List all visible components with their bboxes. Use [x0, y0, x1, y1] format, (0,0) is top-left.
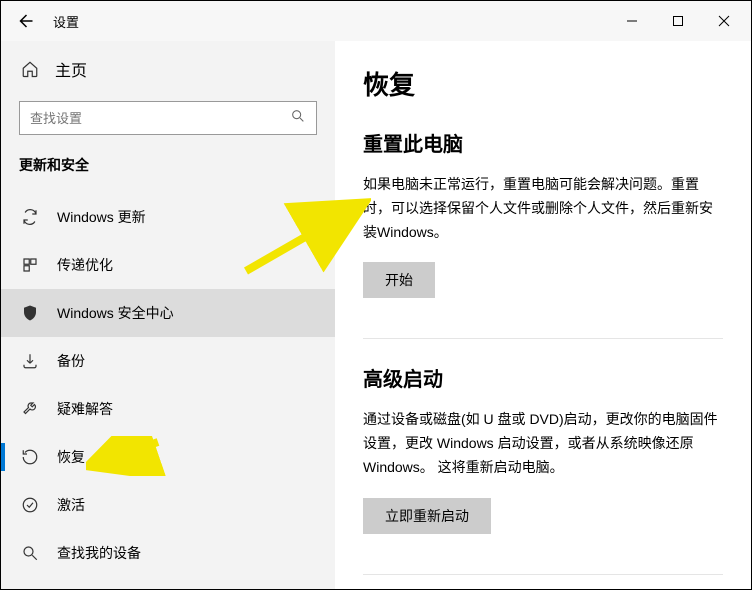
sidebar-item-windows-update[interactable]: Windows 更新: [1, 193, 335, 241]
search-input[interactable]: [30, 111, 290, 126]
delivery-icon: [21, 256, 39, 274]
activation-icon: [21, 496, 39, 514]
home-icon: [21, 60, 39, 78]
maximize-icon: [672, 15, 684, 27]
home-nav[interactable]: 主页: [1, 47, 335, 91]
sidebar-item-troubleshoot[interactable]: 疑难解答: [1, 385, 335, 433]
sidebar-item-delivery-optimization[interactable]: 传递优化: [1, 241, 335, 289]
reset-description: 如果电脑未正常运行，重置电脑可能会解决问题。重置时，可以选择保留个人文件或删除个…: [363, 173, 723, 244]
find-device-icon: [21, 544, 39, 562]
page-title: 恢复: [363, 65, 723, 102]
backup-icon: [21, 352, 39, 370]
sidebar-item-label: 传递优化: [57, 255, 113, 275]
minimize-button[interactable]: [609, 5, 655, 37]
sidebar-item-label: 备份: [57, 351, 85, 371]
sidebar-item-label: 查找我的设备: [57, 543, 141, 563]
sidebar-item-find-device[interactable]: 查找我的设备: [1, 529, 335, 577]
maximize-button[interactable]: [655, 5, 701, 37]
troubleshoot-icon: [21, 400, 39, 418]
advanced-description: 通过设备或磁盘(如 U 盘或 DVD)启动，更改你的电脑固件设置，更改 Wind…: [363, 408, 723, 479]
search-icon: [290, 108, 306, 129]
sidebar-item-label: Windows 更新: [57, 207, 146, 227]
sidebar-item-backup[interactable]: 备份: [1, 337, 335, 385]
sidebar-item-label: 疑难解答: [57, 399, 113, 419]
home-label: 主页: [55, 57, 87, 81]
divider: [363, 338, 723, 339]
sidebar-item-label: Windows 安全中心: [57, 303, 174, 323]
shield-icon: [21, 304, 39, 322]
minimize-icon: [626, 15, 638, 27]
close-icon: [718, 15, 730, 27]
sync-arrows-icon: [21, 208, 39, 226]
sidebar: 主页 更新和安全 Windows 更新: [1, 41, 335, 589]
arrow-left-icon: [16, 12, 34, 30]
reset-heading: 重置此电脑: [363, 128, 723, 157]
close-button[interactable]: [701, 5, 747, 37]
divider: [363, 574, 723, 575]
sidebar-item-label: 激活: [57, 495, 85, 515]
search-box[interactable]: [19, 101, 317, 135]
back-button[interactable]: [5, 1, 45, 41]
reset-start-button[interactable]: 开始: [363, 262, 435, 298]
window-controls: [609, 5, 747, 37]
advanced-restart-button[interactable]: 立即重新启动: [363, 498, 491, 534]
content-pane: 恢复 重置此电脑 如果电脑未正常运行，重置电脑可能会解决问题。重置时，可以选择保…: [335, 41, 751, 589]
sidebar-item-label: 恢复: [57, 447, 85, 467]
sidebar-item-recovery[interactable]: 恢复: [1, 433, 335, 481]
advanced-heading: 高级启动: [363, 363, 723, 392]
sidebar-item-activation[interactable]: 激活: [1, 481, 335, 529]
section-header: 更新和安全: [1, 149, 335, 193]
recovery-icon: [21, 448, 39, 466]
window-title: 设置: [53, 12, 79, 31]
titlebar: 设置: [1, 1, 751, 41]
sidebar-item-windows-security[interactable]: Windows 安全中心: [1, 289, 335, 337]
